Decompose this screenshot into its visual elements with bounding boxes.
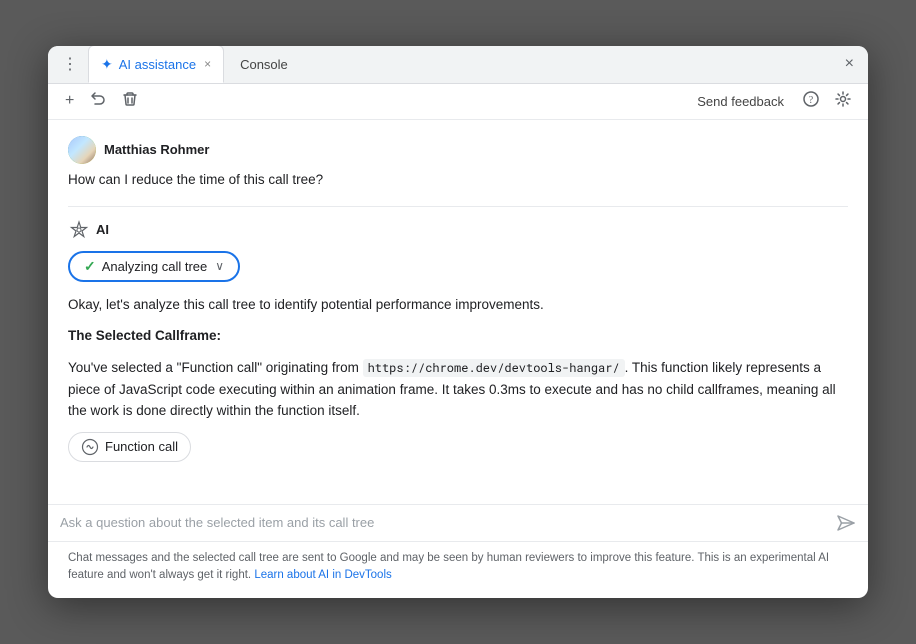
section-title: The Selected Callframe: (68, 328, 221, 343)
help-button[interactable]: ? (798, 88, 824, 114)
response-body-text: You've selected a "Function call" origin… (68, 360, 363, 375)
ai-tab-close-icon[interactable]: × (204, 58, 211, 70)
avatar-image (68, 136, 96, 164)
check-icon: ✓ (84, 258, 96, 275)
add-button[interactable]: + (60, 89, 79, 113)
ai-assistance-tab-label: AI assistance (119, 57, 196, 72)
ai-response-intro: Okay, let's analyze this call tree to id… (68, 294, 848, 316)
ai-response-section: The Selected Callframe: (68, 325, 848, 347)
chevron-down-icon: ∨ (215, 259, 224, 273)
send-button[interactable] (836, 513, 856, 533)
user-name: Matthias Rohmer (104, 142, 209, 157)
tab-bar: ⋮ ✦ AI assistance × Console × (48, 46, 868, 84)
user-message-text: How can I reduce the time of this call t… (68, 170, 848, 190)
input-area (48, 504, 868, 541)
settings-button[interactable] (830, 88, 856, 115)
function-call-label: Function call (105, 439, 178, 454)
user-header: Matthias Rohmer (68, 136, 848, 164)
divider (68, 206, 848, 207)
ai-message: AI ✓ Analyzing call tree ∨ Okay, let's a… (68, 219, 848, 476)
tab-console[interactable]: Console (228, 46, 300, 84)
window-close-button[interactable]: × (839, 51, 860, 77)
svg-text:?: ? (809, 95, 814, 106)
delete-button[interactable] (117, 88, 143, 115)
ai-tab-icon: ✦ (101, 56, 113, 73)
analyzing-pill-text: Analyzing call tree (102, 259, 208, 274)
footer-text: Chat messages and the selected call tree… (68, 552, 829, 581)
chat-area: Matthias Rohmer How can I reduce the tim… (48, 120, 868, 504)
toolbar: + Send feedback ? (48, 84, 868, 120)
ai-response-body: You've selected a "Function call" origin… (68, 357, 848, 422)
ai-icon (68, 219, 90, 241)
chat-input[interactable] (60, 515, 828, 530)
send-feedback-button[interactable]: Send feedback (689, 91, 792, 112)
menu-icon[interactable]: ⋮ (56, 50, 84, 78)
function-icon (81, 438, 99, 456)
avatar (68, 136, 96, 164)
function-call-chip[interactable]: Function call (68, 432, 191, 462)
learn-more-link[interactable]: Learn about AI in DevTools (254, 569, 391, 581)
undo-button[interactable] (85, 88, 111, 115)
console-tab-label: Console (240, 57, 288, 72)
code-url: https://chrome.dev/devtools-hangar/ (363, 359, 625, 377)
ai-label: AI (96, 222, 109, 237)
ai-header: AI (68, 219, 848, 241)
user-message: Matthias Rohmer How can I reduce the tim… (68, 136, 848, 190)
footer: Chat messages and the selected call tree… (48, 541, 868, 599)
tab-ai-assistance[interactable]: ✦ AI assistance × (88, 46, 224, 84)
analyzing-pill[interactable]: ✓ Analyzing call tree ∨ (68, 251, 240, 282)
devtools-window: ⋮ ✦ AI assistance × Console × + Send fee… (48, 46, 868, 599)
